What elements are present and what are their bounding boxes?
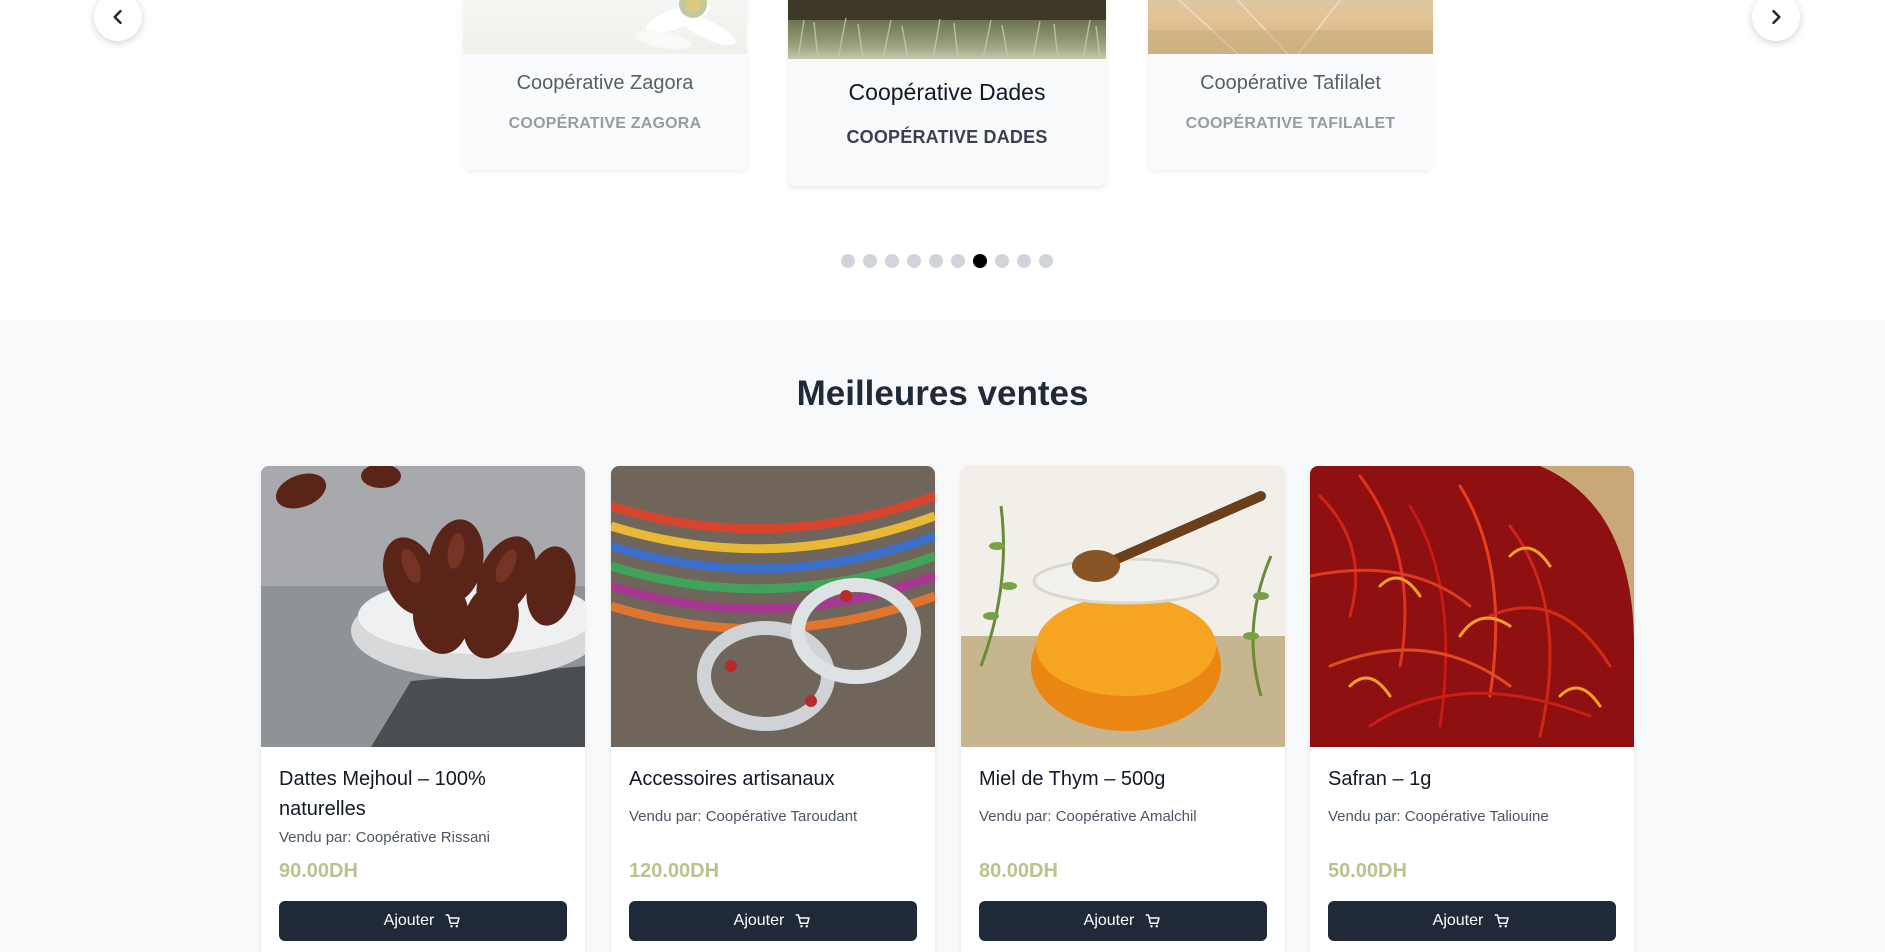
add-to-cart-label: Ajouter [1083, 912, 1135, 929]
cooperative-name: Coopérative Dades [848, 79, 1046, 105]
chevron-right-icon [1772, 9, 1781, 25]
cooperative-image [463, 0, 747, 54]
cooperative-subtitle: COOPÉRATIVE ZAGORA [508, 115, 702, 132]
section-title: Meilleures ventes [796, 374, 1089, 413]
cooperative-subtitle: COOPÉRATIVE DADES [846, 127, 1048, 147]
carousel-dot[interactable] [1039, 254, 1053, 268]
carousel-dot[interactable] [841, 254, 855, 268]
add-to-cart-label: Ajouter [1432, 912, 1484, 929]
cooperative-subtitle: COOPÉRATIVE TAFILALET [1185, 115, 1396, 132]
carousel-dot[interactable] [907, 254, 921, 268]
product-name[interactable]: Miel de Thym – 500g [979, 764, 1267, 794]
add-to-cart-button[interactable]: Ajouter [979, 901, 1267, 941]
cooperative-card-zagora[interactable]: Coopérative Zagora COOPÉRATIVE ZAGORA [463, 0, 747, 170]
cooperatives-carousel: Coopérative Zagora COOPÉRATIVE ZAGORA Co… [0, 0, 1885, 320]
product-seller: Vendu par: Coopérative Taliouine [1328, 808, 1549, 825]
cooperative-image [788, 0, 1106, 59]
product-price: 50.00DH [1328, 860, 1407, 882]
cart-icon [795, 914, 811, 928]
product-image[interactable] [961, 466, 1285, 747]
carousel-next-button[interactable] [1752, 0, 1800, 41]
add-to-cart-button[interactable]: Ajouter [1328, 901, 1616, 941]
cart-icon [1145, 914, 1161, 928]
product-card-accessories[interactable]: Accessoires artisanaux Vendu par: Coopér… [611, 466, 935, 952]
add-to-cart-label: Ajouter [383, 912, 435, 929]
product-seller: Vendu par: Coopérative Amalchil [979, 808, 1197, 825]
cart-icon [1494, 914, 1510, 928]
cooperative-name: Coopérative Zagora [516, 72, 694, 94]
carousel-dot[interactable] [885, 254, 899, 268]
add-to-cart-label: Ajouter [733, 912, 785, 929]
chevron-left-icon [113, 9, 122, 25]
carousel-dot[interactable] [951, 254, 965, 268]
carousel-dot[interactable] [929, 254, 943, 268]
product-seller: Vendu par: Coopérative Rissani [279, 829, 490, 846]
carousel-dot-active[interactable] [973, 254, 987, 268]
product-price: 80.00DH [979, 860, 1058, 882]
product-price: 90.00DH [279, 860, 358, 882]
carousel-dot[interactable] [863, 254, 877, 268]
product-card-dates[interactable]: Dattes Mejhoul – 100% naturelles Vendu p… [261, 466, 585, 952]
product-seller: Vendu par: Coopérative Taroudant [629, 808, 858, 825]
cart-icon [445, 914, 461, 928]
cooperative-card-tafilalet[interactable]: Coopérative Tafilalet COOPÉRATIVE TAFILA… [1148, 0, 1433, 170]
product-image[interactable] [1310, 466, 1634, 747]
product-image[interactable] [611, 466, 935, 747]
product-price: 120.00DH [629, 860, 720, 882]
product-name[interactable]: Dattes Mejhoul – 100% naturelles [279, 764, 567, 824]
product-name[interactable]: Accessoires artisanaux [629, 764, 917, 794]
product-card-honey[interactable]: Miel de Thym – 500g Vendu par: Coopérati… [961, 466, 1285, 952]
cooperative-name: Coopérative Tafilalet [1200, 72, 1381, 94]
carousel-prev-button[interactable] [94, 0, 142, 41]
carousel-pagination [841, 254, 1053, 268]
carousel-dot[interactable] [1017, 254, 1031, 268]
product-card-saffron[interactable]: Safran – 1g Vendu par: Coopérative Talio… [1310, 466, 1634, 952]
add-to-cart-button[interactable]: Ajouter [279, 901, 567, 941]
product-name[interactable]: Safran – 1g [1328, 764, 1616, 794]
carousel-dot[interactable] [995, 254, 1009, 268]
add-to-cart-button[interactable]: Ajouter [629, 901, 917, 941]
cooperative-card-dades[interactable]: Coopérative Dades COOPÉRATIVE DADES [788, 0, 1106, 186]
product-image[interactable] [261, 466, 585, 747]
cooperative-image [1148, 0, 1433, 54]
best-sellers-section: Meilleures ventes Dattes Mejhoul – 100% … [0, 320, 1885, 952]
